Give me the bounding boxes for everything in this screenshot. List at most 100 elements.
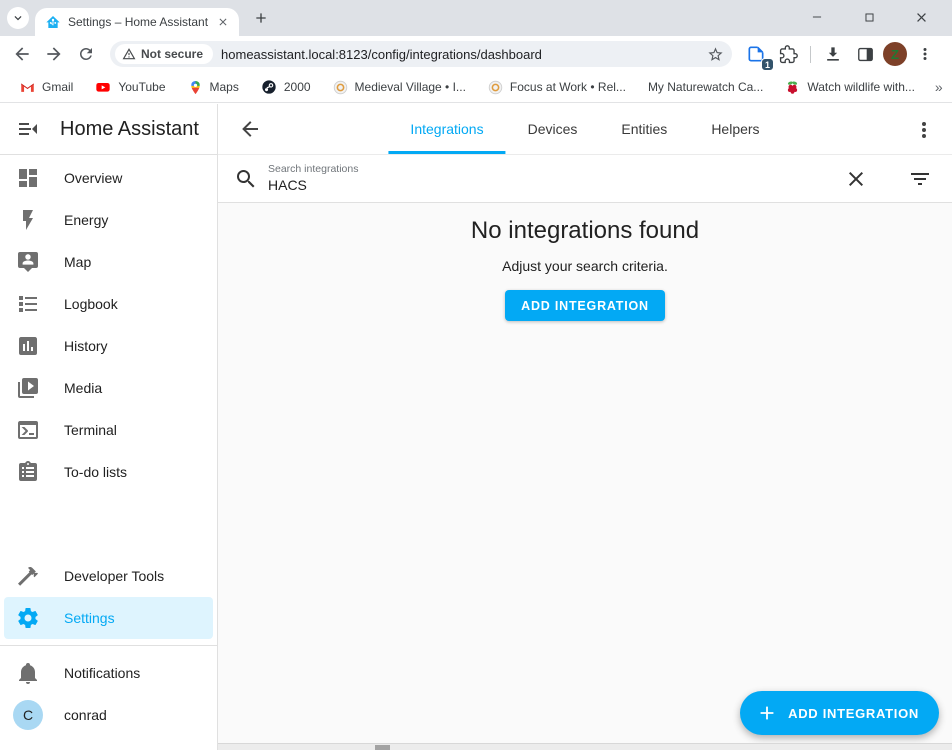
ambience-icon	[488, 80, 503, 95]
user-avatar: C	[13, 700, 43, 730]
profile-avatar[interactable]: Z	[883, 42, 907, 66]
fab-label: ADD INTEGRATION	[788, 706, 919, 721]
bookmark-medieval-village[interactable]: Medieval Village • I...	[325, 77, 474, 98]
tab-helpers[interactable]: Helpers	[689, 104, 781, 154]
raspberry-pi-icon	[785, 80, 800, 95]
back-arrow-button[interactable]	[238, 117, 262, 141]
plus-icon	[253, 10, 269, 26]
sidebar-divider	[0, 645, 217, 646]
config-header: Integrations Devices Entities Helpers	[218, 104, 952, 155]
sidebar-spacer	[0, 493, 217, 555]
forward-button[interactable]	[40, 40, 68, 68]
menu-toggle-icon[interactable]	[16, 117, 40, 141]
clear-search-button[interactable]	[844, 167, 868, 191]
sidebar-item-history[interactable]: History	[0, 325, 217, 367]
sidebar-item-user[interactable]: C conrad	[0, 694, 217, 736]
sidebar-item-energy[interactable]: Energy	[0, 199, 217, 241]
tab-title: Settings – Home Assistant	[68, 15, 208, 29]
sidebar-item-terminal[interactable]: Terminal	[0, 409, 217, 451]
tab-entities[interactable]: Entities	[599, 104, 689, 154]
minimize-button[interactable]	[802, 3, 832, 31]
bookmark-youtube[interactable]: YouTube	[87, 76, 173, 98]
ambience-icon	[333, 80, 348, 95]
add-integration-button[interactable]: ADD INTEGRATION	[505, 290, 665, 321]
bookmark-steam[interactable]: 2000	[253, 76, 319, 98]
back-button[interactable]	[8, 40, 36, 68]
gear-icon	[16, 606, 40, 630]
browser-menu-button[interactable]	[911, 40, 939, 68]
download-icon	[823, 44, 843, 64]
star-icon	[707, 46, 724, 63]
security-chip[interactable]: Not secure	[115, 44, 213, 64]
add-integration-fab[interactable]: ADD INTEGRATION	[740, 691, 939, 735]
extension-button[interactable]: 1	[742, 40, 770, 68]
console-icon	[16, 418, 40, 442]
sidebar-nav: Overview Energy Map Logbook History	[0, 155, 217, 493]
bookmark-star-button[interactable]	[704, 43, 726, 65]
steam-icon	[261, 79, 277, 95]
new-tab-button[interactable]	[247, 4, 275, 32]
bookmark-focus-at-work[interactable]: Focus at Work • Rel...	[480, 77, 634, 98]
tooltip-account-icon	[16, 250, 40, 274]
bookmarks-bar: Gmail YouTube Maps 2000 Medieval Village…	[0, 72, 952, 103]
address-bar[interactable]: Not secure homeassistant.local:8123/conf…	[110, 41, 732, 67]
side-panel-button[interactable]	[851, 40, 879, 68]
play-box-multiple-icon	[16, 376, 40, 400]
chevron-down-icon	[11, 11, 25, 25]
filter-button[interactable]	[908, 167, 932, 191]
bookmark-watch-wildlife[interactable]: Watch wildlife with...	[777, 77, 923, 98]
sidebar-header: Home Assistant	[0, 104, 217, 155]
home-assistant-favicon	[45, 14, 61, 30]
bookmark-gmail[interactable]: Gmail	[12, 77, 81, 98]
window-controls	[802, 0, 944, 34]
sidebar-item-map[interactable]: Map	[0, 241, 217, 283]
sidebar-item-todo-lists[interactable]: To-do lists	[0, 451, 217, 493]
empty-state-title: No integrations found	[471, 217, 699, 245]
sidebar-item-notifications[interactable]: Notifications	[0, 652, 217, 694]
close-window-button[interactable]	[906, 3, 936, 31]
downloads-button[interactable]	[819, 40, 847, 68]
minimize-icon	[810, 10, 824, 24]
bookmarks-overflow-button[interactable]: »	[929, 79, 949, 95]
profile-initial: Z	[891, 47, 899, 62]
close-icon	[217, 16, 229, 28]
bookmark-maps[interactable]: Maps	[180, 77, 247, 98]
search-input[interactable]	[268, 176, 844, 194]
overflow-menu-button[interactable]	[912, 118, 936, 142]
sidebar-item-developer-tools[interactable]: Developer Tools	[0, 555, 217, 597]
sidebar-item-logbook[interactable]: Logbook	[0, 283, 217, 325]
ha-sidebar: Home Assistant Overview Energy Map Log	[0, 104, 218, 750]
tab-integrations[interactable]: Integrations	[388, 104, 505, 154]
search-field[interactable]: Search integrations	[268, 163, 844, 194]
hammer-icon	[16, 564, 40, 588]
empty-state-subtitle: Adjust your search criteria.	[502, 258, 668, 274]
horizontal-scrollbar[interactable]	[218, 743, 952, 750]
kebab-menu-icon	[916, 45, 934, 63]
sidebar-item-media[interactable]: Media	[0, 367, 217, 409]
security-label: Not secure	[141, 47, 203, 61]
youtube-icon	[95, 79, 111, 95]
extensions-menu-button[interactable]	[774, 40, 802, 68]
side-panel-icon	[856, 45, 875, 64]
tab-close-button[interactable]	[215, 14, 231, 30]
forward-arrow-icon	[44, 44, 64, 64]
lightning-bolt-icon	[16, 208, 40, 232]
maximize-button[interactable]	[854, 3, 884, 31]
extension-badge: 1	[761, 58, 774, 71]
scrollbar-thumb[interactable]	[375, 745, 390, 750]
url-text: homeassistant.local:8123/config/integrat…	[221, 47, 696, 62]
sidebar-item-overview[interactable]: Overview	[0, 157, 217, 199]
bell-icon	[16, 661, 40, 685]
search-row: Search integrations	[218, 155, 952, 203]
reload-button[interactable]	[72, 40, 100, 68]
toolbar-divider	[810, 46, 811, 63]
tab-search-button[interactable]	[7, 7, 29, 29]
sidebar-item-settings[interactable]: Settings	[4, 597, 213, 639]
tab-devices[interactable]: Devices	[506, 104, 600, 154]
maximize-icon	[863, 11, 876, 24]
bookmark-naturewatch[interactable]: My Naturewatch Ca...	[640, 77, 771, 97]
search-field-label: Search integrations	[268, 163, 844, 176]
browser-window: Settings – Home Assistant Not secure hom…	[0, 0, 952, 750]
browser-tab[interactable]: Settings – Home Assistant	[35, 8, 239, 36]
clipboard-list-icon	[16, 460, 40, 484]
